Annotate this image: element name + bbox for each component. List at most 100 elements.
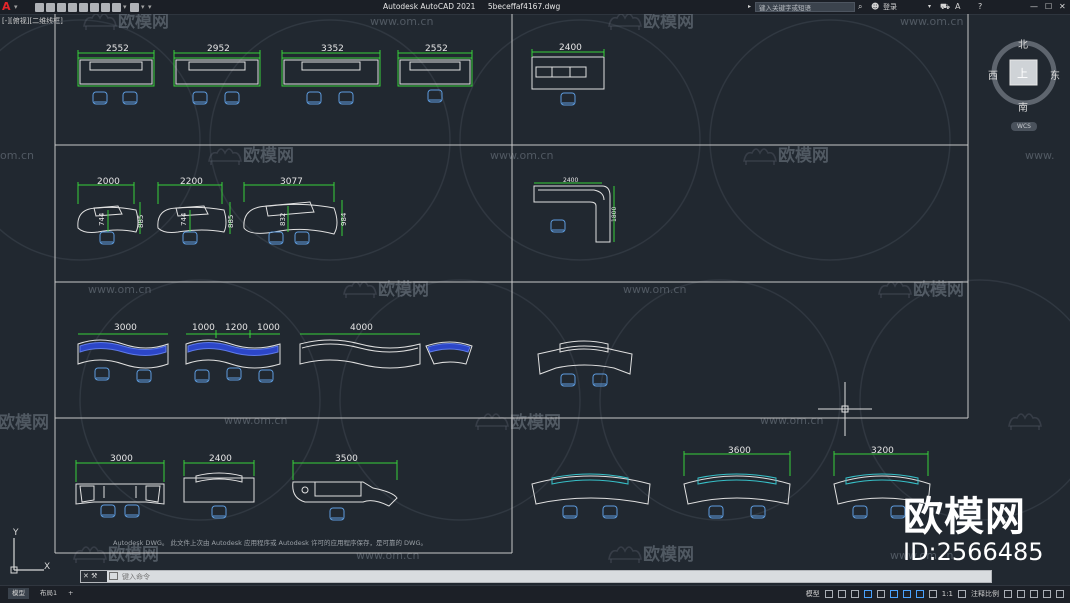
undo-dropdown-icon[interactable]: ▾ xyxy=(123,3,128,12)
annotate-workspace[interactable]: 注释比例 xyxy=(971,587,999,601)
desk-reception-3500 xyxy=(292,460,398,521)
search-input[interactable]: 键入关键字或短语 xyxy=(755,2,855,12)
print-icon[interactable] xyxy=(101,2,110,12)
gear-icon[interactable] xyxy=(958,590,966,598)
svg-text:om.cn: om.cn xyxy=(0,149,34,162)
login-button[interactable]: 登录 xyxy=(883,1,897,13)
help-button[interactable]: ? xyxy=(978,1,982,13)
dim-label: 3352 xyxy=(321,44,344,54)
svg-text:www.: www. xyxy=(1025,149,1054,162)
redo-icon[interactable] xyxy=(130,2,139,12)
search-expand-icon[interactable]: ▸ xyxy=(748,1,751,13)
object-track-icon[interactable] xyxy=(902,590,911,598)
publish-icon[interactable] xyxy=(90,2,99,12)
object-snap-icon[interactable] xyxy=(889,590,898,598)
compass-south[interactable]: 南 xyxy=(1018,99,1028,114)
watermark-layer: 欧模网 欧模网 欧模网 欧模网 欧模网 欧模网 欧模网 欧模网 欧模网 欧模网 … xyxy=(0,14,1054,565)
minimize-icon[interactable]: — xyxy=(1030,1,1038,13)
watermark-circles xyxy=(0,19,1070,521)
tab-add-layout[interactable]: + xyxy=(64,588,77,599)
user-icon[interactable]: ☻ xyxy=(871,1,879,13)
hardware-accel-icon[interactable] xyxy=(1030,590,1038,598)
clean-screen-icon[interactable] xyxy=(1043,590,1051,598)
annotation-scale[interactable]: 1:1 xyxy=(942,587,953,601)
brand-watermark: 欧模网 xyxy=(903,494,1026,540)
dim-label: 2000 xyxy=(97,177,120,187)
viewcube[interactable]: 北 南 西 东 上 xyxy=(988,36,1060,116)
dim-label: 4000 xyxy=(350,323,373,333)
dim-labels-row-3: 3000 1000 1200 1000 4000 xyxy=(114,323,373,333)
tab-model[interactable]: 模型 xyxy=(8,588,29,599)
command-line-close-button[interactable]: ✕ ⚒ xyxy=(81,571,107,582)
viewcube-top-face[interactable]: 上 xyxy=(1017,65,1028,81)
dim-label: 2952 xyxy=(207,44,230,54)
watermark-logo: 欧模网 xyxy=(243,145,294,166)
save-as-icon[interactable] xyxy=(68,2,77,12)
maximize-icon[interactable]: ☐ xyxy=(1045,1,1052,13)
app-menu-chevron-icon[interactable]: ▾ xyxy=(14,3,19,12)
annotation-visibility-icon[interactable] xyxy=(915,590,924,598)
wrench-icon[interactable]: ⚒ xyxy=(91,572,97,580)
desk-straight-2952 xyxy=(173,50,261,105)
watermark-url: www.om.cn xyxy=(760,414,823,427)
compass-east[interactable]: 东 xyxy=(1050,67,1060,82)
watermark-url: www.om.cn xyxy=(900,15,963,28)
desk-segment xyxy=(425,341,473,365)
customize-toolbar-icon[interactable]: ▾ xyxy=(148,3,153,12)
watermark-url: www.om.cn xyxy=(370,15,433,28)
dim-label: 1200 xyxy=(225,323,248,333)
watermark-url: www.om.cn xyxy=(356,549,419,562)
isodraft-icon[interactable] xyxy=(876,590,885,598)
save-icon[interactable] xyxy=(57,2,66,12)
dim-label: 2400 xyxy=(563,177,578,184)
desk-curved-2200 xyxy=(157,182,231,245)
desk-reception-2400 xyxy=(531,49,605,106)
isolate-objects-icon[interactable] xyxy=(1017,590,1025,598)
status-toggles: 模型 1:1 注释比例 xyxy=(806,587,1064,601)
search-icon[interactable]: ⌕ xyxy=(858,1,862,13)
dim-label: 2200 xyxy=(180,177,203,187)
autocad-logo-icon[interactable]: A xyxy=(2,1,12,13)
autodesk-a360-icon[interactable]: A xyxy=(955,1,960,13)
desk-reception-2400b xyxy=(183,460,255,519)
watermark-logo: 欧模网 xyxy=(0,412,49,433)
dim-label: 832 xyxy=(279,213,287,226)
open-file-icon[interactable] xyxy=(46,2,55,12)
command-prompt-icon[interactable] xyxy=(109,572,118,580)
login-dropdown-icon[interactable]: ▾ xyxy=(928,1,931,13)
snap-icon[interactable] xyxy=(837,590,846,598)
plus-icon[interactable] xyxy=(1004,590,1012,598)
plot-icon[interactable] xyxy=(79,2,88,12)
command-line: ✕ ⚒ xyxy=(80,570,992,583)
dim-label: 885 xyxy=(227,215,235,228)
compass-west[interactable]: 西 xyxy=(988,67,998,82)
cart-icon[interactable]: ⛟ xyxy=(940,1,950,13)
command-input[interactable] xyxy=(119,571,985,582)
dim-label: 2400 xyxy=(209,454,232,464)
close-icon[interactable]: ✕ xyxy=(83,572,89,580)
dim-label: 2552 xyxy=(425,44,448,54)
auto-scale-icon[interactable] xyxy=(928,590,937,598)
grid-icon[interactable] xyxy=(824,590,833,598)
new-file-icon[interactable] xyxy=(35,2,44,12)
ucs-y-label: Y xyxy=(13,528,19,538)
dim-label: 1000 xyxy=(257,323,280,333)
desk-straight-2552 xyxy=(77,50,155,105)
watermark-logo: 欧模网 xyxy=(643,14,694,32)
redo-dropdown-icon[interactable]: ▾ xyxy=(141,3,146,12)
compass-north[interactable]: 北 xyxy=(1018,36,1028,51)
tab-layout1[interactable]: 布局1 xyxy=(36,588,61,599)
undo-icon[interactable] xyxy=(112,2,121,12)
customize-menu-icon[interactable] xyxy=(1056,590,1064,598)
model-space-button[interactable]: 模型 xyxy=(806,587,820,601)
close-icon[interactable]: ✕ xyxy=(1059,1,1066,13)
brand-id: ID:2566485 xyxy=(903,538,1044,566)
watermark-logo: 欧模网 xyxy=(510,412,561,433)
desk-l-shape-2400 xyxy=(533,182,615,243)
dim-label: 3000 xyxy=(114,323,137,333)
ortho-icon[interactable] xyxy=(850,590,859,598)
desk-row-3 xyxy=(77,330,633,387)
dim-label: 744 xyxy=(180,212,188,226)
wcs-menu[interactable]: WCS xyxy=(1011,122,1037,131)
polar-icon[interactable] xyxy=(863,590,872,598)
